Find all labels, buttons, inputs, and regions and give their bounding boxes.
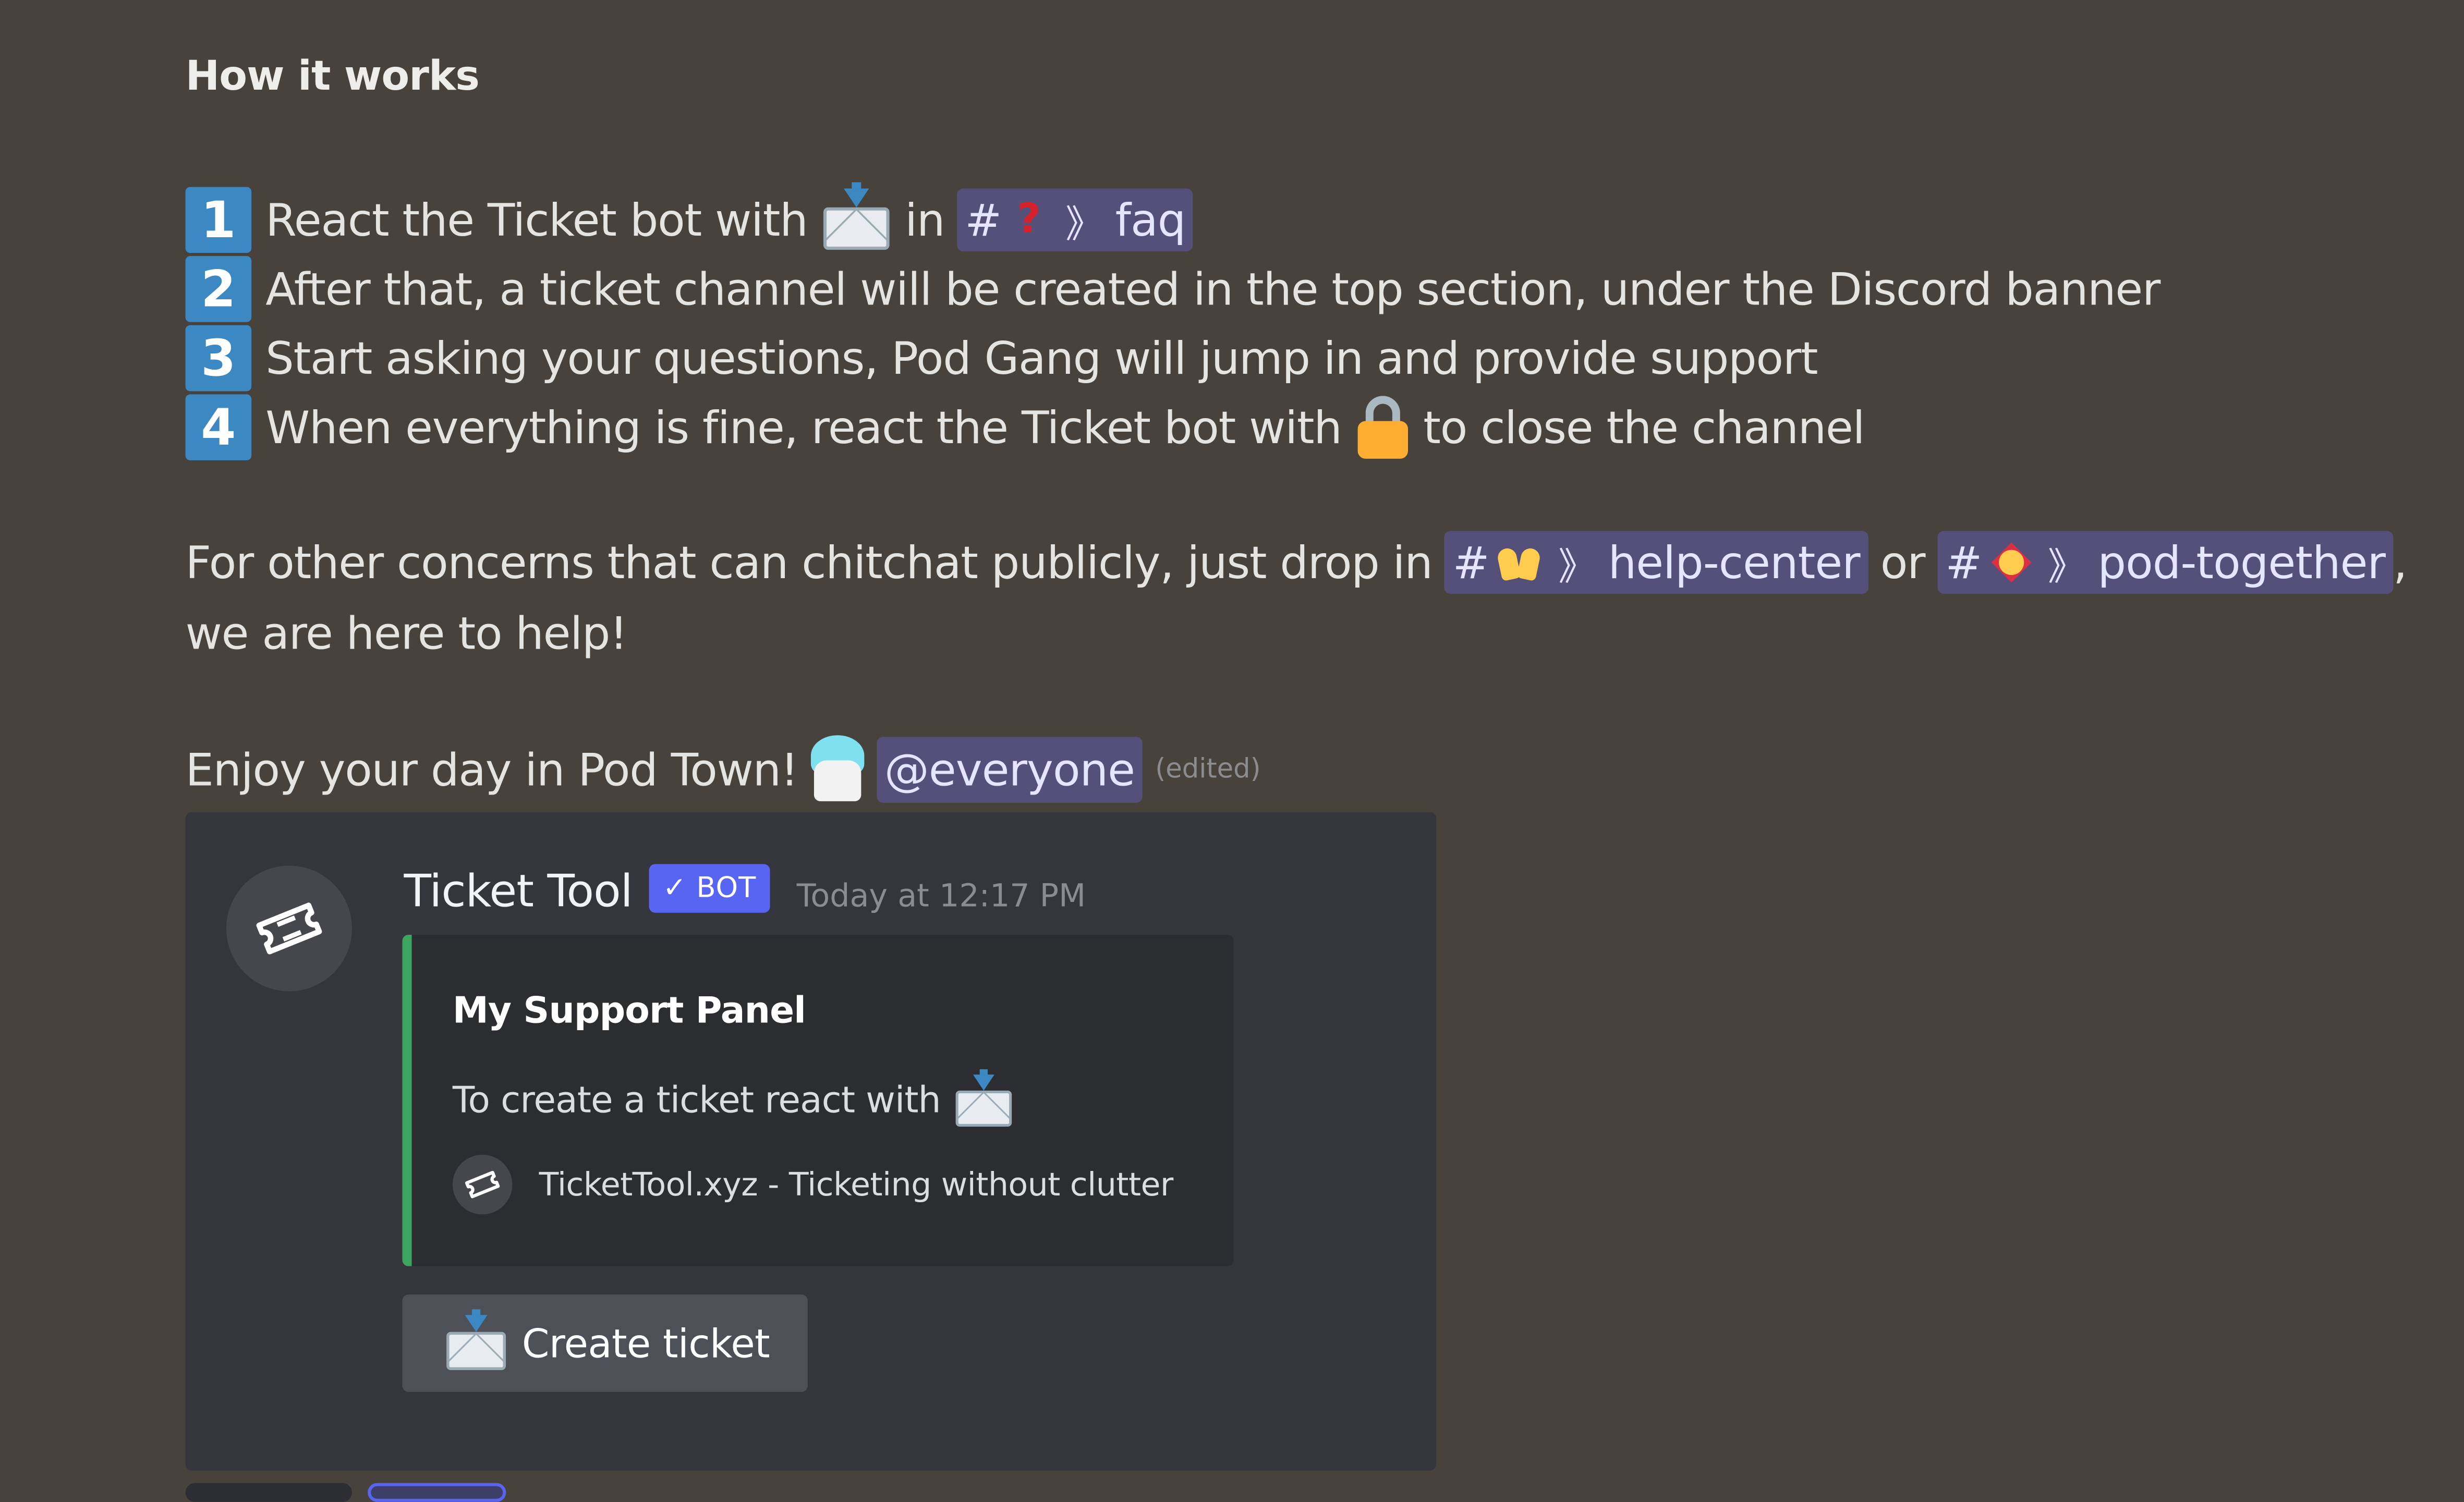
chevron-icon: 》 <box>1558 544 1596 589</box>
concerns-text: For other concerns that can chitchat pub… <box>185 536 1433 589</box>
reaction-chip-active[interactable] <box>368 1483 506 1502</box>
step-3: 3 Start asking your questions, Pod Gang … <box>185 324 2160 393</box>
embed-footer: TicketTool.xyz - Ticketing without clutt… <box>452 1154 1174 1215</box>
hash-icon: # <box>1945 536 1983 589</box>
incoming-envelope-icon <box>952 1069 1014 1128</box>
ticket-icon <box>256 902 322 955</box>
incoming-envelope-icon <box>444 1309 509 1371</box>
steps-list: 1 React the Ticket bot with in # ? 》 faq… <box>185 182 2160 462</box>
author-name[interactable]: Ticket Tool <box>404 865 633 917</box>
keycap-2-icon: 2 <box>185 256 252 322</box>
embed-footer-text: TicketTool.xyz - Ticketing without clutt… <box>539 1165 1174 1204</box>
heading: How it works <box>185 53 480 101</box>
bot-message-card: Ticket Tool ✓ BOT Today at 12:17 PM My S… <box>185 812 1437 1471</box>
comma: , <box>2393 536 2407 589</box>
concerns-line-2: we are here to help! <box>185 607 628 660</box>
avatar[interactable] <box>226 865 353 992</box>
embed-description-text: To create a ticket react with <box>452 1081 941 1122</box>
ghost-emoji-icon <box>804 735 870 804</box>
hash-icon: # <box>965 194 1002 246</box>
question-mark-icon: ? <box>1017 196 1040 244</box>
keycap-4-icon: 4 <box>185 394 252 460</box>
enjoy-text: Enjoy your day in Pod Town! <box>185 743 799 796</box>
embed-description: To create a ticket react with <box>452 1069 1019 1133</box>
keycap-1-icon: 1 <box>185 187 252 253</box>
step-2: 2 After that, a ticket channel will be c… <box>185 254 2160 324</box>
embed: My Support Panel To create a ticket reac… <box>402 934 1234 1266</box>
lock-icon <box>1354 393 1411 462</box>
step-1-text: React the Ticket bot with <box>265 194 808 246</box>
edited-label: (edited) <box>1155 754 1261 786</box>
incoming-envelope-icon <box>820 182 893 252</box>
ticket-icon <box>452 1154 513 1215</box>
embed-title: My Support Panel <box>452 991 806 1032</box>
timestamp: Today at 12:17 PM <box>796 876 1086 914</box>
channel-name: faq <box>1115 194 1186 246</box>
channel-name: pod-together <box>2097 536 2386 589</box>
message-view: How it works 1 React the Ticket bot with… <box>0 0 2464 1502</box>
chevron-icon: 》 <box>1065 202 1103 246</box>
collision-icon <box>1991 542 2032 583</box>
step-4-text: When everything is fine, react the Ticke… <box>265 401 1342 454</box>
channel-name: help-center <box>1608 536 1861 589</box>
step-1-in: in <box>905 194 945 246</box>
enjoy-line: Enjoy your day in Pod Town! @everyone (e… <box>186 735 1261 804</box>
concerns-line: For other concerns that can chitchat pub… <box>186 528 2407 597</box>
raised-hands-icon <box>1496 542 1543 583</box>
step-1: 1 React the Ticket bot with in # ? 》 faq <box>185 182 2160 255</box>
channel-mention-faq[interactable]: # ? 》 faq <box>957 188 1194 252</box>
reaction-chip[interactable] <box>185 1483 353 1502</box>
create-ticket-label: Create ticket <box>521 1320 770 1366</box>
step-3-text: Start asking your questions, Pod Gang wi… <box>265 332 1818 384</box>
bot-tag: ✓ BOT <box>649 864 770 913</box>
chevron-icon: 》 <box>2047 544 2085 589</box>
step-4-text-end: to close the channel <box>1423 401 1865 454</box>
everyone-mention[interactable]: @everyone <box>876 737 1143 803</box>
create-ticket-button[interactable]: Create ticket <box>402 1295 808 1392</box>
keycap-3-icon: 3 <box>185 325 252 392</box>
step-4: 4 When everything is fine, react the Tic… <box>185 393 2160 462</box>
hash-icon: # <box>1452 536 1490 589</box>
or-text: or <box>1880 536 1926 589</box>
channel-mention-help-center[interactable]: # 》 help-center <box>1445 531 1868 594</box>
step-2-text: After that, a ticket channel will be cre… <box>265 263 2160 315</box>
channel-mention-pod-together[interactable]: # 》 pod-together <box>1937 531 2394 594</box>
